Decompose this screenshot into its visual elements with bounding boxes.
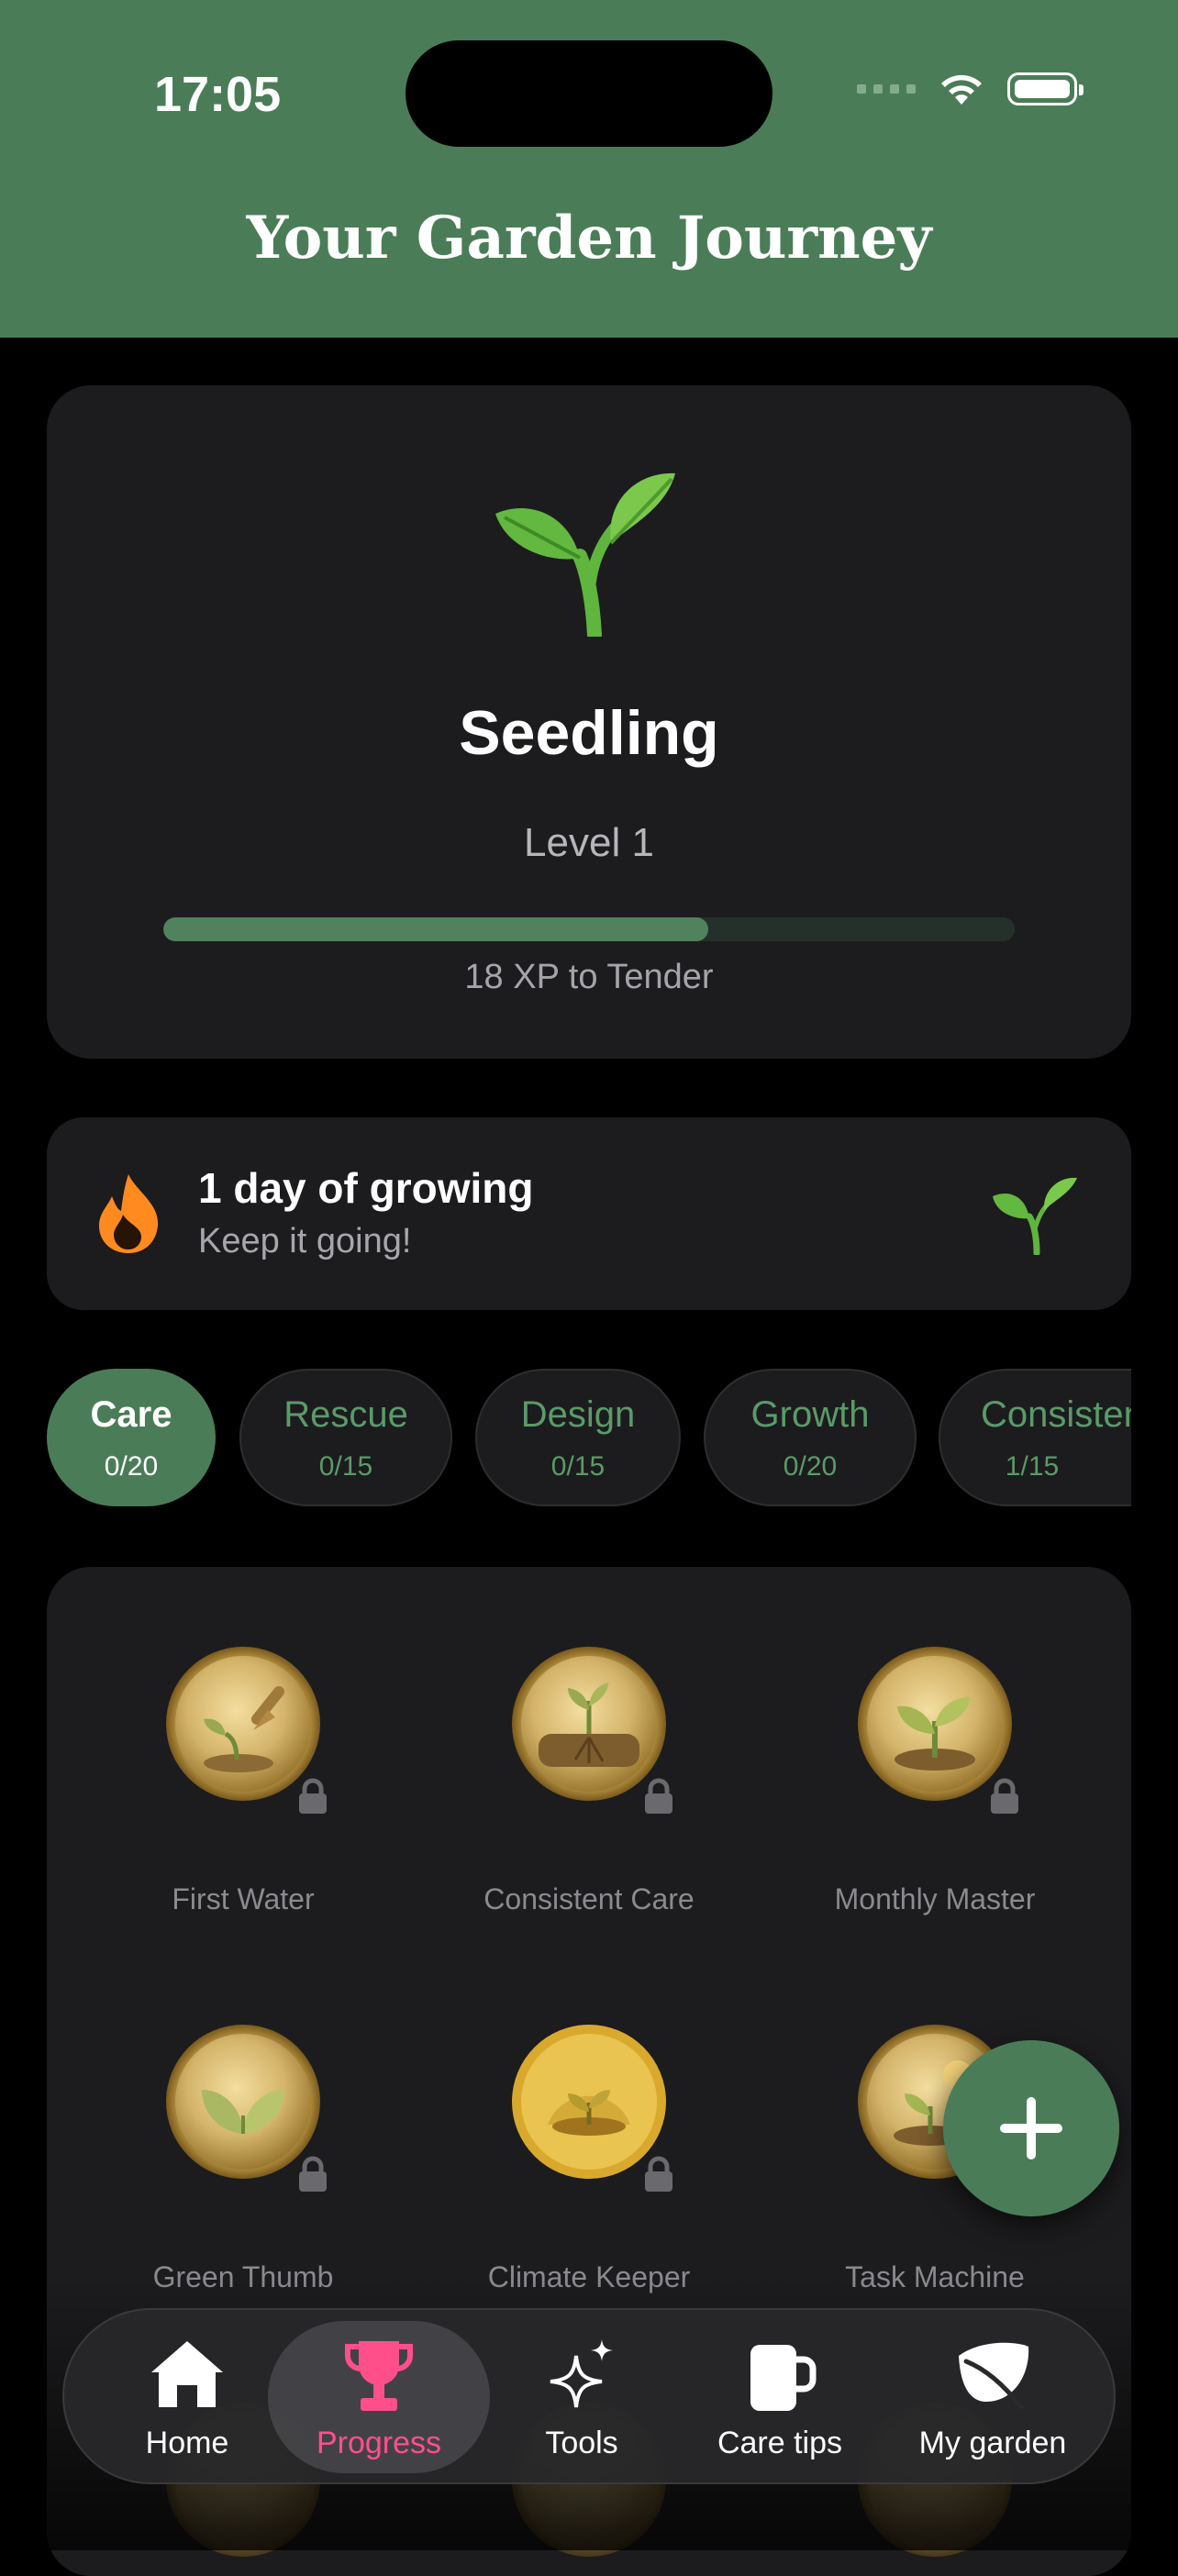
header-bar: 17:05 Your Garden Journey: [0, 0, 1178, 338]
tab-label: Care: [90, 1394, 172, 1435]
add-button[interactable]: [943, 2040, 1119, 2216]
tab-consistency[interactable]: Consistency 1/15: [939, 1369, 1131, 1506]
nav-label: Tools: [545, 2426, 618, 2460]
seedling-icon: [495, 472, 675, 637]
tab-design[interactable]: Design 0/15: [475, 1369, 681, 1506]
badge-name: Consistent Care: [483, 1882, 695, 1915]
nav-home[interactable]: Home: [101, 2310, 273, 2482]
tab-count: 1/15: [1005, 1451, 1060, 1482]
lock-icon: [299, 1778, 327, 1814]
leaf-icon: [959, 2342, 1029, 2410]
tab-label: Consistency: [981, 1394, 1131, 1435]
lock-icon: [991, 1778, 1018, 1814]
xp-progress-fill: [163, 917, 708, 941]
lock-icon: [299, 2156, 327, 2192]
lock-icon: [645, 2156, 672, 2192]
status-icons: [857, 72, 1084, 106]
trophy-icon: [345, 2341, 413, 2411]
nav-label: My garden: [918, 2426, 1067, 2460]
bottom-tab-bar: Home Progress Tools Care tips My garden: [62, 2308, 1116, 2484]
cellular-signal-icon: [857, 84, 916, 94]
plus-icon: [1000, 2097, 1062, 2160]
level-name: Seedling: [459, 698, 719, 768]
streak-subtitle: Keep it going!: [198, 1222, 412, 1260]
battery-icon: [1007, 72, 1084, 105]
xp-remaining-text: 18 XP to Tender: [464, 958, 714, 996]
level-number: Level 1: [524, 820, 654, 865]
dynamic-island: [406, 40, 772, 147]
flame-icon: [99, 1174, 159, 1253]
seedling-icon: [993, 1177, 1077, 1255]
tab-care[interactable]: Care 0/20: [47, 1369, 216, 1506]
status-time: 17:05: [154, 67, 282, 122]
tab-count: 0/20: [783, 1451, 838, 1482]
streak-title: 1 day of growing: [198, 1164, 534, 1212]
nav-tools[interactable]: Tools: [505, 2310, 659, 2482]
tab-count: 0/15: [550, 1451, 606, 1482]
nav-progress[interactable]: Progress: [268, 2321, 490, 2473]
tab-count: 0/20: [104, 1451, 159, 1482]
sparkles-icon: [550, 2339, 613, 2408]
tab-rescue[interactable]: Rescue 0/15: [239, 1369, 452, 1506]
page-title: Your Garden Journey: [246, 204, 932, 272]
nav-my-garden[interactable]: My garden: [895, 2310, 1090, 2482]
nav-label: Home: [145, 2426, 229, 2460]
lock-icon: [645, 1778, 672, 1814]
streak-card: [47, 1117, 1131, 1310]
badge-name: Monthly Master: [834, 1882, 1036, 1915]
xp-progress-bar: [163, 917, 1015, 941]
nav-label: Progress: [316, 2426, 442, 2460]
nav-care-tips[interactable]: Care tips: [688, 2310, 872, 2482]
tab-label: Rescue: [283, 1394, 408, 1435]
tab-growth[interactable]: Growth 0/20: [704, 1369, 917, 1506]
wifi-icon: [941, 74, 982, 105]
house-icon: [151, 2341, 223, 2407]
tab-count: 0/15: [318, 1451, 373, 1482]
tab-label: Growth: [750, 1394, 870, 1435]
category-tabs: Care 0/20 Rescue 0/15 Design 0/15 Growth…: [47, 1369, 1131, 1508]
tab-label: Design: [520, 1394, 636, 1435]
nav-label: Care tips: [717, 2426, 843, 2460]
mug-icon: [750, 2345, 817, 2411]
badge-name: First Water: [172, 1882, 315, 1915]
